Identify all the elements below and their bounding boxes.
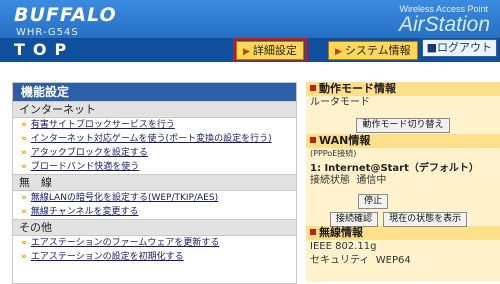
link-game-port-forwarding[interactable]: » インターネット対応ゲームを使う(ポート変換の設定を行う) — [13, 132, 296, 146]
mode-value: ルータモード — [310, 97, 370, 108]
link-factory-reset[interactable]: » エアステーションの設定を初期化する — [13, 250, 296, 264]
link-attack-block[interactable]: » アタックブロックを設定する — [13, 146, 296, 160]
mode-info-title: 動作モード情報 — [306, 82, 500, 96]
show-status-button[interactable]: 現在の状態を表示 — [383, 212, 468, 227]
advanced-settings-button[interactable]: ▶ 詳細設定 — [233, 38, 307, 63]
wireless-info-title: 無線情報 — [306, 226, 500, 240]
system-info-button[interactable]: ▶ システム情報 — [328, 41, 418, 60]
brand-logo: BUFFALO — [14, 4, 117, 26]
connection-name: 1: Internet@Start（デフォルト） — [310, 163, 479, 174]
chevron-right-icon: » — [21, 148, 27, 158]
logout-icon: ■ — [426, 41, 437, 54]
chevron-right-icon: » — [21, 238, 27, 248]
wan-connection-type: (PPPoE接続) — [310, 149, 357, 158]
wireless-standard: IEEE 802.11g — [310, 241, 377, 252]
link-harmful-site-block[interactable]: » 有害サイトブロックサービスを行う — [13, 118, 296, 132]
wireless-security: セキュリティ WEP64 — [310, 255, 411, 266]
section-wireless: 無 線 — [13, 174, 296, 191]
spacer — [0, 62, 500, 82]
chevron-right-icon: » — [21, 134, 27, 144]
product-logo: AirStation — [398, 13, 490, 36]
connection-state: 接続状態 通信中 — [310, 175, 387, 186]
feature-settings-title: 機能設定 — [13, 83, 296, 101]
link-wireless-channel[interactable]: » 無線チャンネルを変更する — [13, 205, 296, 219]
chevron-right-icon: » — [21, 207, 27, 217]
link-firmware-update[interactable]: » エアステーションのファームウェアを更新する — [13, 236, 296, 250]
connect-confirm-button[interactable]: 接続確認 — [330, 212, 379, 227]
status-panel: 動作モード情報 ルータモード 動作モード切り替え WAN情報 (PPPoE接続)… — [306, 82, 500, 282]
square-bullet-icon — [310, 137, 316, 143]
feature-settings-panel: 機能設定 インターネット » 有害サイトブロックサービスを行う » インターネット対… — [12, 82, 297, 284]
logout-button[interactable]: ■ログアウト — [421, 39, 497, 57]
model-name: WHR-G54S — [16, 27, 79, 38]
wan-info-title: WAN情報 — [306, 134, 500, 148]
link-broadband-comfort[interactable]: » ブロードバンド快適を使う — [13, 160, 296, 174]
chevron-right-icon: » — [21, 120, 27, 130]
chevron-right-icon: » — [21, 193, 27, 203]
arrow-icon: ▶ — [335, 47, 342, 57]
square-bullet-icon — [310, 85, 316, 91]
square-bullet-icon — [310, 229, 316, 235]
section-internet: インターネット — [13, 101, 296, 118]
section-other: その他 — [13, 219, 296, 236]
link-wireless-encryption[interactable]: » 無線LANの暗号化を設定する(WEP/TKIP/AES) — [13, 191, 296, 205]
mode-switch-button[interactable]: 動作モード切り替え — [356, 118, 450, 133]
chevron-right-icon: » — [21, 252, 27, 262]
chevron-right-icon: » — [21, 162, 27, 172]
page-title: TOP — [14, 40, 75, 59]
arrow-icon: ▶ — [243, 47, 250, 57]
